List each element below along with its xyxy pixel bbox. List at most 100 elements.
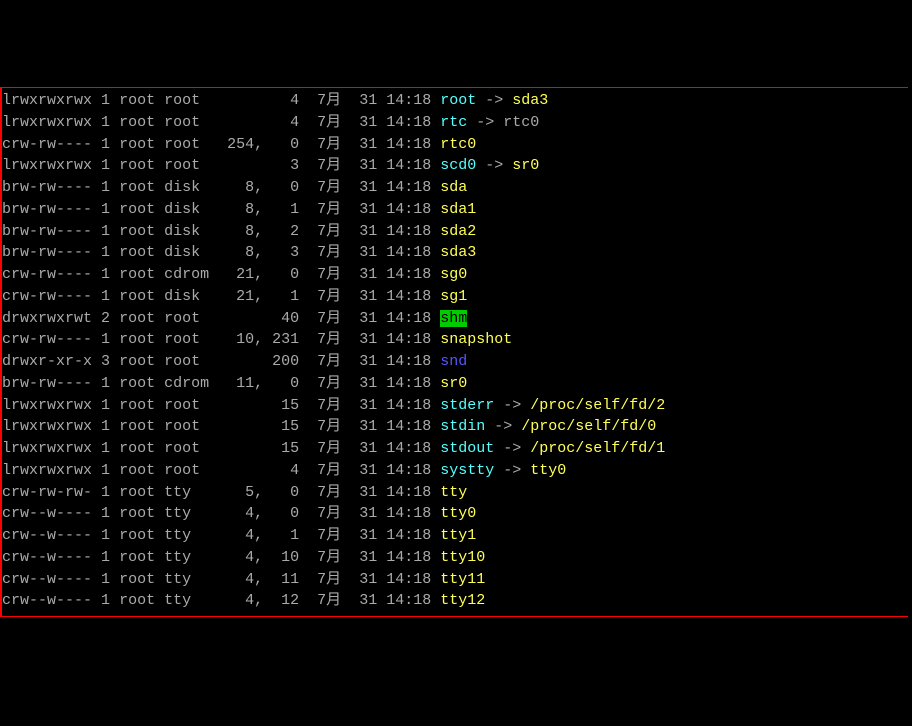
group: root (164, 92, 209, 109)
link-count: 1 (101, 201, 110, 218)
month: 7月 (308, 353, 341, 370)
group: root (164, 397, 209, 414)
permissions: lrwxrwxrwx (2, 397, 92, 414)
file-name: rtc (440, 114, 467, 131)
day: 31 (359, 266, 377, 283)
owner: root (119, 505, 155, 522)
day: 31 (359, 223, 377, 240)
file-name: rtc0 (440, 136, 476, 153)
time: 14:18 (386, 375, 431, 392)
file-name: sg0 (440, 266, 467, 283)
permissions: crw--w---- (2, 571, 92, 588)
link-count: 1 (101, 440, 110, 457)
listing-row: lrwxrwxrwx 1 root root 4 7月 31 14:18 sys… (2, 460, 908, 482)
time: 14:18 (386, 201, 431, 218)
day: 31 (359, 549, 377, 566)
permissions: crw--w---- (2, 505, 92, 522)
size-or-dev: 8, 2 (218, 223, 299, 240)
month: 7月 (308, 201, 341, 218)
owner: root (119, 571, 155, 588)
time: 14:18 (386, 310, 431, 327)
listing-row: drwxrwxrwt 2 root root 40 7月 31 14:18 sh… (2, 308, 908, 330)
owner: root (119, 310, 155, 327)
listing-row: brw-rw---- 1 root disk 8, 2 7月 31 14:18 … (2, 221, 908, 243)
time: 14:18 (386, 592, 431, 609)
link-count: 1 (101, 462, 110, 479)
month: 7月 (308, 114, 341, 131)
file-name: stderr (440, 397, 494, 414)
permissions: lrwxrwxrwx (2, 114, 92, 131)
size-or-dev: 5, 0 (218, 484, 299, 501)
owner: root (119, 201, 155, 218)
symlink-arrow: -> (467, 114, 503, 131)
size-or-dev: 3 (218, 157, 299, 174)
link-count: 1 (101, 375, 110, 392)
permissions: lrwxrwxrwx (2, 440, 92, 457)
size-or-dev: 40 (218, 310, 299, 327)
listing-row: brw-rw---- 1 root cdrom 11, 0 7月 31 14:1… (2, 373, 908, 395)
time: 14:18 (386, 484, 431, 501)
permissions: drwxrwxrwt (2, 310, 92, 327)
group: tty (164, 505, 209, 522)
day: 31 (359, 157, 377, 174)
owner: root (119, 592, 155, 609)
group: root (164, 310, 209, 327)
owner: root (119, 418, 155, 435)
permissions: crw--w---- (2, 549, 92, 566)
month: 7月 (308, 375, 341, 392)
size-or-dev: 4 (218, 462, 299, 479)
file-name: tty0 (440, 505, 476, 522)
link-count: 1 (101, 92, 110, 109)
day: 31 (359, 505, 377, 522)
month: 7月 (308, 223, 341, 240)
time: 14:18 (386, 571, 431, 588)
month: 7月 (308, 484, 341, 501)
time: 14:18 (386, 179, 431, 196)
permissions: brw-rw---- (2, 223, 92, 240)
owner: root (119, 331, 155, 348)
owner: root (119, 114, 155, 131)
symlink-target: tty0 (530, 462, 566, 479)
group: tty (164, 484, 209, 501)
day: 31 (359, 375, 377, 392)
size-or-dev: 4, 11 (218, 571, 299, 588)
time: 14:18 (386, 418, 431, 435)
day: 31 (359, 244, 377, 261)
owner: root (119, 375, 155, 392)
owner: root (119, 397, 155, 414)
month: 7月 (308, 397, 341, 414)
permissions: brw-rw---- (2, 375, 92, 392)
listing-row: crw-rw---- 1 root root 10, 231 7月 31 14:… (2, 329, 908, 351)
permissions: lrwxrwxrwx (2, 418, 92, 435)
size-or-dev: 8, 0 (218, 179, 299, 196)
file-name: tty (440, 484, 467, 501)
file-name: tty12 (440, 592, 485, 609)
permissions: crw--w---- (2, 592, 92, 609)
symlink-target: sr0 (512, 157, 539, 174)
group: tty (164, 549, 209, 566)
group: root (164, 331, 209, 348)
symlink-target: /proc/self/fd/2 (530, 397, 665, 414)
size-or-dev: 8, 3 (218, 244, 299, 261)
month: 7月 (308, 440, 341, 457)
month: 7月 (308, 592, 341, 609)
listing-row: crw--w---- 1 root tty 4, 1 7月 31 14:18 t… (2, 525, 908, 547)
day: 31 (359, 201, 377, 218)
day: 31 (359, 92, 377, 109)
link-count: 1 (101, 157, 110, 174)
month: 7月 (308, 136, 341, 153)
link-count: 1 (101, 223, 110, 240)
size-or-dev: 21, 0 (218, 266, 299, 283)
time: 14:18 (386, 266, 431, 283)
link-count: 1 (101, 592, 110, 609)
listing-row: brw-rw---- 1 root disk 8, 1 7月 31 14:18 … (2, 199, 908, 221)
month: 7月 (308, 92, 341, 109)
day: 31 (359, 462, 377, 479)
file-name: stdin (440, 418, 485, 435)
link-count: 1 (101, 484, 110, 501)
permissions: brw-rw---- (2, 201, 92, 218)
day: 31 (359, 397, 377, 414)
link-count: 1 (101, 549, 110, 566)
group: disk (164, 244, 209, 261)
link-count: 1 (101, 397, 110, 414)
